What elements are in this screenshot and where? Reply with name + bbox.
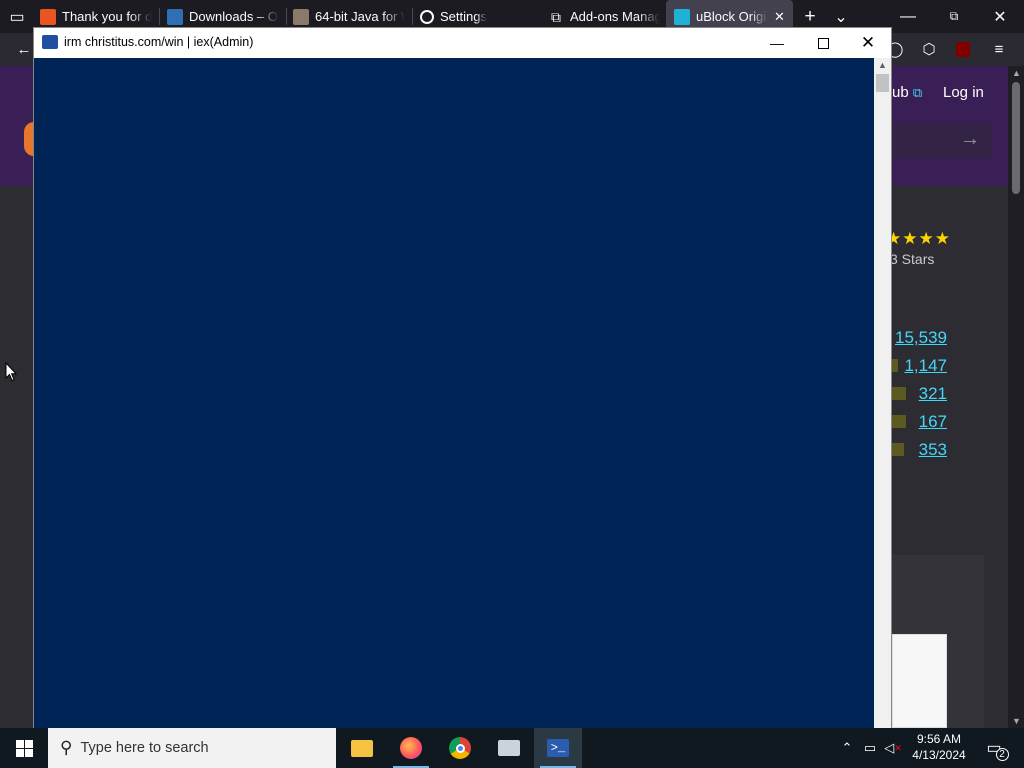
- rating-bar: [892, 387, 906, 400]
- search-icon: ⚲: [60, 738, 73, 757]
- ublock-icon: [674, 8, 690, 25]
- mouse-cursor-icon: [5, 362, 17, 382]
- powershell-window[interactable]: irm christitus.com/win | iex(Admin) — ✕ …: [33, 27, 892, 730]
- rating-count[interactable]: 1,147: [904, 356, 947, 376]
- rating-bar: [892, 443, 904, 456]
- app-icon: [498, 740, 520, 756]
- app-taskbar-button[interactable]: [485, 728, 533, 768]
- close-button[interactable]: ✕: [845, 28, 891, 58]
- clock[interactable]: 9:56 AM 4/13/2024: [910, 731, 968, 763]
- page-scrollbar[interactable]: ▲ ▼: [1008, 66, 1024, 728]
- windows-logo-icon: [15, 739, 33, 757]
- back-icon[interactable]: ←: [13, 38, 35, 60]
- volume-muted-icon[interactable]: ◁ ✕: [883, 728, 903, 768]
- close-icon[interactable]: ✕: [990, 0, 1010, 33]
- network-icon[interactable]: ▭: [860, 728, 880, 768]
- firefox-icon: [400, 737, 422, 759]
- action-center-button[interactable]: ▭ 2: [980, 728, 1009, 768]
- puzzle-icon: ⧉: [551, 8, 561, 25]
- tab-label: uBlock Origin: [696, 9, 768, 24]
- taskbar-search[interactable]: ⚲ Type here to search: [48, 728, 336, 768]
- external-link-icon: ⧉: [912, 85, 923, 100]
- scroll-up-icon[interactable]: ▲: [1012, 68, 1021, 78]
- window-titlebar[interactable]: irm christitus.com/win | iex(Admin) — ✕: [34, 28, 891, 58]
- tab-label: Downloads – Ora: [189, 9, 279, 24]
- powershell-icon: >_: [547, 739, 569, 757]
- scroll-down-icon[interactable]: ▼: [1012, 716, 1021, 726]
- rating-bar: [892, 415, 906, 428]
- extensions-icon[interactable]: ⬡: [918, 38, 940, 60]
- scrollbar-thumb[interactable]: [1012, 82, 1020, 194]
- maximize-button[interactable]: [800, 28, 846, 58]
- tab-label: Add-ons Manag: [570, 9, 660, 24]
- show-hidden-icons[interactable]: ⌃: [837, 728, 857, 768]
- window-title: irm christitus.com/win | iex(Admin): [64, 35, 254, 49]
- notification-icon: ▭ 2: [986, 738, 1009, 761]
- screenshot-thumbnail[interactable]: [892, 634, 947, 728]
- star-rating: ★★★★: [886, 229, 951, 248]
- java-icon: [293, 8, 309, 25]
- rating-count[interactable]: 15,539: [895, 328, 947, 348]
- start-button[interactable]: [0, 728, 48, 768]
- scrollbar-thumb[interactable]: [876, 74, 889, 92]
- ubuntu-icon: [40, 8, 56, 25]
- powershell-taskbar-button[interactable]: >_: [534, 728, 582, 768]
- clock-time: 9:56 AM: [916, 732, 962, 746]
- notification-count: 2: [995, 748, 1009, 761]
- oracle-downloads-icon: [167, 8, 183, 25]
- tab-label: 64-bit Java for W: [315, 9, 405, 24]
- scroll-up-icon[interactable]: ▲: [878, 60, 887, 70]
- search-field-sliver[interactable]: [892, 124, 992, 158]
- firefox-view-icon[interactable]: ▭: [6, 0, 28, 33]
- rating-count[interactable]: 353: [919, 440, 947, 460]
- gear-icon: [420, 9, 434, 24]
- chrome-icon: [449, 737, 471, 759]
- rating-bar: [892, 359, 898, 372]
- github-link[interactable]: ub ⧉: [892, 84, 922, 101]
- firefox-taskbar-button[interactable]: [387, 728, 435, 768]
- tab-label: Settings: [440, 9, 487, 24]
- rating-count[interactable]: 321: [919, 384, 947, 404]
- rating-count[interactable]: 167: [919, 412, 947, 432]
- stars-label: 3 Stars: [890, 251, 935, 267]
- tab-label: Thank you for do: [62, 9, 152, 24]
- close-tab-icon[interactable]: ✕: [774, 9, 785, 25]
- console-scrollbar[interactable]: ▲: [874, 58, 891, 729]
- folder-icon: [351, 739, 373, 757]
- console-output[interactable]: [34, 58, 874, 729]
- restore-icon[interactable]: ⧉: [944, 0, 964, 33]
- ublock-toolbar-icon[interactable]: [952, 38, 974, 60]
- file-explorer-button[interactable]: [338, 728, 386, 768]
- menu-icon[interactable]: ≡: [988, 38, 1010, 60]
- powershell-icon: [42, 35, 58, 49]
- chrome-taskbar-button[interactable]: [436, 728, 484, 768]
- search-placeholder: Type here to search: [80, 740, 209, 756]
- minimize-icon[interactable]: —: [898, 0, 918, 33]
- minimize-button[interactable]: —: [754, 28, 800, 58]
- login-link[interactable]: Log in: [943, 84, 984, 101]
- clock-date: 4/13/2024: [912, 748, 966, 762]
